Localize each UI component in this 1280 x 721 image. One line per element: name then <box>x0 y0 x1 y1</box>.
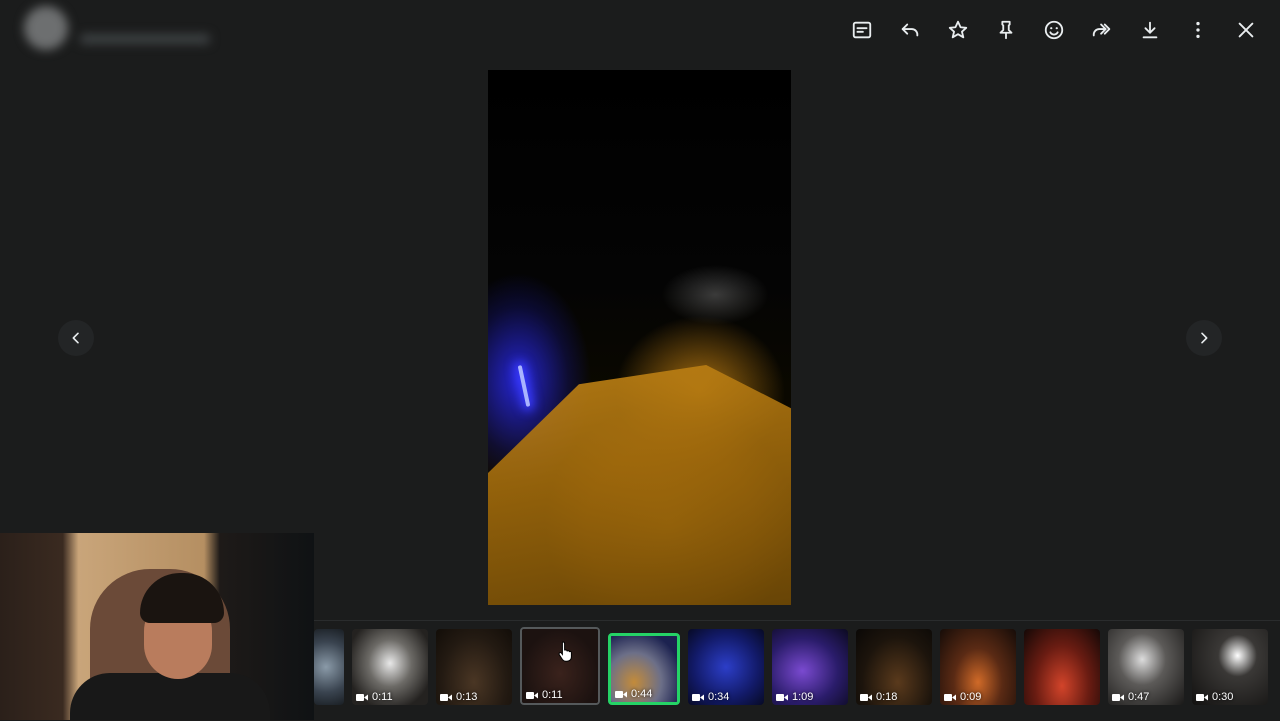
video-duration: 1:09 <box>792 691 814 703</box>
download-button[interactable] <box>1130 10 1170 50</box>
sender-timestamp <box>80 34 210 44</box>
video-duration: 0:30 <box>1212 691 1234 703</box>
close-icon <box>1238 22 1254 38</box>
previous-media-button[interactable] <box>58 320 94 356</box>
media-thumbnail[interactable]: 0:09 <box>940 629 1016 705</box>
media-thumbnail[interactable]: 0:44 <box>608 633 680 705</box>
video-duration: 0:11 <box>372 691 393 703</box>
sender-name <box>80 12 210 28</box>
caption-button[interactable] <box>842 10 882 50</box>
more-vertical-icon <box>1196 21 1200 39</box>
video-camera-icon <box>944 693 956 701</box>
video-camera-icon <box>860 693 872 701</box>
more-options-button[interactable] <box>1178 10 1218 50</box>
chevron-right-icon <box>1201 332 1208 344</box>
react-button[interactable] <box>1034 10 1074 50</box>
caption-icon <box>852 21 872 39</box>
video-duration: 0:47 <box>1128 691 1150 703</box>
video-duration: 0:09 <box>960 691 982 703</box>
media-thumbnail[interactable]: 0:13 <box>436 629 512 705</box>
thumbnail-image <box>314 629 344 705</box>
media-filmstrip: 0:11 0:13 0:11 0:44 0:34 1:09 0:18 0:09 0:47 0:30 <box>314 620 1280 721</box>
video-duration: 0:13 <box>456 691 478 703</box>
pin-icon <box>999 20 1013 40</box>
close-button[interactable] <box>1226 10 1266 50</box>
star-button[interactable] <box>938 10 978 50</box>
media-thumbnail[interactable] <box>1024 629 1100 705</box>
webcam-overlay <box>0 533 314 720</box>
sender-info <box>24 6 210 50</box>
media-thumbnail[interactable]: 1:09 <box>772 629 848 705</box>
video-camera-icon <box>1112 693 1124 701</box>
chevron-left-icon <box>72 332 79 344</box>
next-media-button[interactable] <box>1186 320 1222 356</box>
video-camera-icon <box>1196 693 1208 701</box>
thumbnail-image <box>1024 629 1100 705</box>
media-thumbnail[interactable]: 0:11 <box>352 629 428 705</box>
media-thumbnail[interactable]: 0:18 <box>856 629 932 705</box>
video-camera-icon <box>692 693 704 701</box>
video-camera-icon <box>526 691 538 699</box>
media-thumbnail[interactable]: 0:47 <box>1108 629 1184 705</box>
video-camera-icon <box>440 693 452 701</box>
forward-icon <box>1092 23 1111 37</box>
video-duration: 0:18 <box>876 691 898 703</box>
reply-button[interactable] <box>890 10 930 50</box>
media-thumbnail[interactable]: 0:11 <box>520 627 600 705</box>
media-toolbar <box>842 10 1266 50</box>
media-viewer-video[interactable] <box>488 70 791 605</box>
avatar <box>24 6 68 50</box>
hand-cursor-icon <box>558 641 572 662</box>
video-camera-icon <box>356 693 368 701</box>
star-icon <box>948 20 968 39</box>
media-thumbnail[interactable]: 0:34 <box>688 629 764 705</box>
forward-button[interactable] <box>1082 10 1122 50</box>
video-duration: 0:34 <box>708 691 730 703</box>
media-thumbnail[interactable]: 0:30 <box>1192 629 1268 705</box>
pin-button[interactable] <box>986 10 1026 50</box>
video-duration: 0:11 <box>542 689 563 701</box>
video-camera-icon <box>615 690 627 698</box>
download-icon <box>1142 21 1158 39</box>
reply-icon <box>901 23 919 37</box>
video-camera-icon <box>776 693 788 701</box>
media-thumbnail[interactable] <box>314 629 344 705</box>
video-duration: 0:44 <box>631 688 653 700</box>
thumbnail-list: 0:11 0:13 0:11 0:44 0:34 1:09 0:18 0:09 0:47 0:30 <box>314 627 1268 705</box>
smiley-icon <box>1044 20 1064 40</box>
